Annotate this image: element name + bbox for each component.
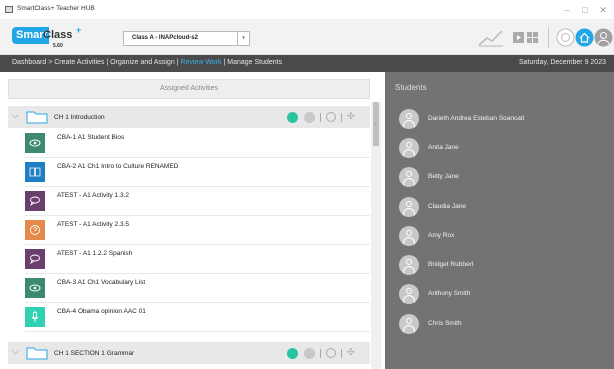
- student-item[interactable]: Claudia Jane: [399, 197, 609, 217]
- student-name: Anthony Smith: [428, 290, 471, 297]
- minimize-button[interactable]: –: [560, 3, 574, 17]
- student-name: Chris Smith: [428, 320, 462, 327]
- window-titlebar: SmartClass+ Teacher HUB – □ ✕: [0, 0, 614, 20]
- student-item[interactable]: Chris Smith: [399, 314, 609, 334]
- user-icon[interactable]: [594, 28, 613, 47]
- home-icon[interactable]: [575, 28, 594, 47]
- avatar-icon: [399, 167, 419, 187]
- activity-row[interactable]: ATEST - A1 Activity 1.3.2: [25, 187, 370, 216]
- student-name: Amy Rox: [428, 232, 455, 239]
- chevron-down-icon[interactable]: ⌵: [12, 346, 19, 357]
- visible-toggle-on[interactable]: [287, 348, 298, 359]
- section-row[interactable]: ⌵ CH 1 Introduction ✣: [8, 106, 370, 128]
- activity-row[interactable]: CBA-1 A1 Student Bios: [25, 129, 370, 158]
- main-toolbar: Smart Class + 5.60 Class A - INAPcloud-s…: [0, 20, 614, 55]
- students-panel: Students Darieth Andrea Esteban Soancatl…: [385, 72, 614, 369]
- logo-class: Class: [43, 29, 73, 41]
- speech-bubble-icon: [25, 249, 45, 269]
- activity-row[interactable]: CBA-2 A1 Ch1 Intro to Culture RENAMED: [25, 158, 370, 187]
- folder-icon: [26, 111, 48, 124]
- student-name: Betty Jane: [428, 173, 459, 180]
- visible-toggle-off[interactable]: [304, 112, 315, 123]
- assigned-activities-title: Assigned Activities: [160, 85, 218, 92]
- chart-icon[interactable]: [477, 28, 505, 47]
- breadcrumb-review-work[interactable]: Review Work: [180, 59, 221, 66]
- logo-plus: +: [76, 25, 82, 35]
- breadcrumb-links[interactable]: Dashboard > Create Activities | Organize…: [12, 59, 180, 66]
- activity-title: ATEST - A1 Activity 2.3.5: [57, 221, 130, 228]
- breadcrumb-manage-students[interactable]: | Manage Students: [222, 59, 282, 66]
- clock-icon[interactable]: [326, 112, 336, 122]
- activity-title: ATEST - A1 1.2.2 Spanish: [57, 250, 133, 257]
- microphone-icon: [25, 307, 45, 327]
- eye-icon: [25, 133, 45, 153]
- activity-title: CBA-1 A1 Student Bios: [57, 134, 125, 141]
- folder-icon: [26, 347, 48, 360]
- activity-row[interactable]: CBA-3 A1 Ch1 Vocabulary List: [25, 274, 370, 303]
- eye-icon: [25, 278, 45, 298]
- avatar-icon: [399, 314, 419, 334]
- close-button[interactable]: ✕: [596, 3, 610, 17]
- activity-title: CBA-2 A1 Ch1 Intro to Culture RENAMED: [57, 163, 179, 170]
- question-icon: [25, 220, 45, 240]
- toolbar-divider: [548, 27, 549, 48]
- divider: [341, 349, 342, 358]
- window-title: SmartClass+ Teacher HUB: [17, 5, 95, 12]
- student-item[interactable]: Darieth Andrea Esteban Soancatl: [399, 109, 609, 129]
- student-name: Claudia Jane: [428, 203, 466, 210]
- student-item[interactable]: Amy Rox: [399, 226, 609, 246]
- section-title: CH 1 SECTION 1 Grammar: [54, 350, 135, 357]
- chevron-down-icon[interactable]: ⌵: [12, 110, 19, 121]
- avatar-icon: [399, 109, 419, 129]
- clock-icon[interactable]: [326, 348, 336, 358]
- student-item[interactable]: Bridget Rubbert: [399, 255, 609, 275]
- student-item[interactable]: Betty Jane: [399, 167, 609, 187]
- student-item[interactable]: Anthony Smith: [399, 284, 609, 304]
- visible-toggle-off[interactable]: [304, 348, 315, 359]
- avatar-icon: [399, 226, 419, 246]
- activity-title: CBA-4 Obama opinion AAC 01: [57, 308, 146, 315]
- visible-toggle-on[interactable]: [287, 112, 298, 123]
- class-select-value: Class A - INAPcloud-s2: [132, 35, 198, 41]
- divider: [341, 113, 342, 122]
- book-icon: [25, 162, 45, 182]
- move-icon[interactable]: ✣: [347, 347, 355, 358]
- presentation-icon[interactable]: [512, 28, 540, 47]
- avatar-icon: [399, 255, 419, 275]
- students-title: Students: [395, 83, 427, 92]
- section-title: CH 1 Introduction: [54, 114, 105, 121]
- activity-title: ATEST - A1 Activity 1.3.2: [57, 192, 130, 199]
- student-item[interactable]: Anita Jane: [399, 138, 609, 158]
- assigned-activities-header: Assigned Activities: [8, 79, 370, 99]
- current-date: Saturday, December 9 2023: [518, 59, 606, 66]
- activity-row[interactable]: ATEST - A1 1.2.2 Spanish: [25, 245, 370, 274]
- avatar-icon: [399, 284, 419, 304]
- activities-scrollbar[interactable]: ≡: [371, 102, 381, 369]
- section-row[interactable]: ⌵ CH 1 SECTION 1 Grammar ✣: [8, 342, 370, 364]
- student-name: Bridget Rubbert: [428, 261, 474, 268]
- student-name: Anita Jane: [428, 144, 459, 151]
- divider: [320, 349, 321, 358]
- avatar-icon: [399, 138, 419, 158]
- divider: [320, 113, 321, 122]
- breadcrumb-bar: Dashboard > Create Activities | Organize…: [0, 55, 614, 72]
- logo-version: 5.60: [53, 43, 63, 49]
- activity-title: CBA-3 A1 Ch1 Vocabulary List: [57, 279, 146, 286]
- class-select[interactable]: Class A - INAPcloud-s2 ▾: [123, 31, 250, 46]
- record-icon[interactable]: [556, 28, 575, 47]
- assigned-activities-panel: Assigned Activities ⌵ CH 1 Introduction …: [0, 72, 381, 369]
- activity-row[interactable]: CBA-4 Obama opinion AAC 01: [25, 303, 370, 332]
- activity-row[interactable]: ATEST - A1 Activity 2.3.5: [25, 216, 370, 245]
- chevron-down-icon[interactable]: ▾: [237, 32, 249, 45]
- breadcrumb[interactable]: Dashboard > Create Activities | Organize…: [12, 59, 282, 66]
- avatar-icon: [399, 197, 419, 217]
- smartclass-logo: Smart Class + 5.60: [12, 25, 86, 49]
- app-icon: [5, 6, 13, 13]
- maximize-button[interactable]: □: [578, 3, 592, 17]
- speech-bubble-icon: [25, 191, 45, 211]
- scrollbar-grip-icon: ≡: [374, 122, 377, 128]
- student-name: Darieth Andrea Esteban Soancatl: [428, 115, 525, 122]
- move-icon[interactable]: ✣: [347, 111, 355, 122]
